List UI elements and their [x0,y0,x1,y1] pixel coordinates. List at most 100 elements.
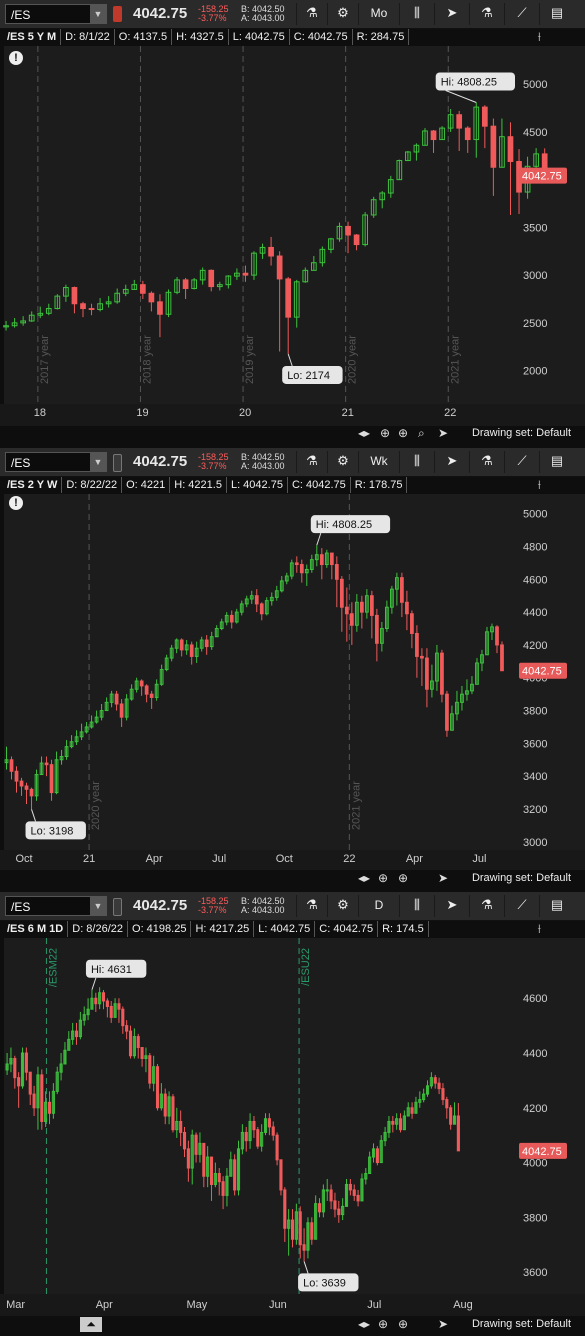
zoom-in-icon[interactable]: ⊕ [398,1317,408,1331]
candle-body [420,655,424,659]
cursor-icon[interactable]: ➤ [434,3,469,25]
drawing-tool-icon[interactable]: ⟋ [504,895,539,917]
expand-drawing-icon[interactable]: ⟊ [538,921,541,937]
candle-body [267,1118,271,1128]
pan-cursor-icon[interactable]: ➤ [438,426,448,440]
candle-body [415,632,419,657]
crosshair-icon[interactable]: ⊕ [378,871,388,885]
zoom-out-icon[interactable]: ◂▸ [358,1317,370,1331]
y-tick-label: 4600 [523,574,547,586]
drawing-tool-icon[interactable]: ⟋ [504,3,539,25]
plot-area [4,494,517,850]
zoom-out-icon[interactable]: ◂▸ [358,426,370,440]
studies-flask-icon[interactable]: ⚗ [296,451,327,473]
bar-open: O: 4221 [122,477,171,493]
expand-drawing-icon[interactable]: ⟊ [538,477,541,493]
symbol-input[interactable]: /ES ▼ [5,452,107,472]
drawing-tool-icon[interactable]: ⟋ [504,451,539,473]
candle-body [40,1074,44,1122]
chevron-down-icon[interactable]: ▼ [90,897,106,915]
price-chart-2y-weekly[interactable]: 2020 year 2021 year 3000 3200 3400 3600 3800 40… [0,494,585,870]
alert-icon[interactable]: ! [9,496,23,510]
gear-icon[interactable]: ⚙ [327,451,358,473]
chart-style-icon[interactable]: ⫼ [399,895,434,917]
link-flag-icon[interactable] [113,6,122,22]
last-price-tag-label: 4042.75 [522,171,562,183]
style-menu-icon[interactable]: ▤ [539,895,574,917]
zoom-out-icon[interactable]: ◂▸ [358,871,370,885]
price-chart-5y-monthly[interactable]: 2017 year 2018 year 2019 year 2020 year 2021… [0,46,585,426]
candle-body [256,1129,260,1147]
candle-body [440,652,444,695]
aggregation-selector[interactable]: Mo [358,3,399,25]
style-menu-icon[interactable]: ▤ [539,3,574,25]
bar-date: D: 8/26/22 [68,921,129,937]
bar-range: R: 178.75 [351,477,408,493]
period-label: 2021 year [350,781,362,830]
alert-icon[interactable]: ! [9,51,23,65]
change-percent: -3.77% [198,905,227,915]
candle-body [125,1025,129,1032]
candle-body [359,601,364,613]
symbol-input[interactable]: /ES ▼ [5,896,107,916]
link-icon[interactable] [113,898,122,916]
flask-icon[interactable]: ⚗ [469,3,504,25]
bar-open: O: 4198.25 [128,921,192,937]
flask-icon[interactable]: ⚗ [469,451,504,473]
period-label: 2020 year [90,781,102,830]
candle-body [299,564,304,574]
candle-body [294,562,299,566]
net-change: -158.25 -3.77% [198,897,229,917]
x-tick-label: Jun [269,1299,287,1311]
expand-drawing-icon[interactable]: ⟊ [538,29,541,45]
drawing-set-label[interactable]: Drawing set: Default [472,1318,571,1330]
gear-icon[interactable]: ⚙ [327,3,358,25]
symbol-input[interactable]: /ES ▼ [5,4,107,24]
studies-flask-icon[interactable]: ⚗ [296,3,327,25]
bar-high: H: 4221.5 [170,477,227,493]
drawing-set-label[interactable]: Drawing set: Default [472,427,571,439]
candle-body [344,606,349,615]
ohlc-header: /ES 2 Y W D: 8/22/22 O: 4221 H: 4221.5 L: 40… [3,477,519,493]
chart-title: /ES 5 Y M [3,29,62,45]
zoom-in-icon[interactable]: ⊕ [398,426,408,440]
aggregation-selector[interactable]: D [358,895,399,917]
candle-body [490,125,497,168]
candle-body [456,114,463,129]
pan-cursor-icon[interactable]: ➤ [438,871,448,885]
zoom-in-icon[interactable]: ⊕ [398,871,408,885]
link-icon[interactable] [113,454,122,472]
pan-cursor-icon[interactable]: ➤ [438,1317,448,1331]
crosshair-icon[interactable]: ⊕ [380,426,390,440]
crosshair-icon[interactable]: ⊕ [378,1317,388,1331]
last-price: 4042.75 [133,5,188,22]
candle-body [500,644,504,672]
chevron-down-icon[interactable]: ▼ [90,453,106,471]
last-price-tag-label: 4042.75 [522,1146,562,1158]
style-menu-icon[interactable]: ▤ [539,451,574,473]
candle-body [94,997,98,1005]
chart-style-icon[interactable]: ⫼ [399,451,434,473]
y-tick-label: 3500 [523,222,547,234]
collapse-panel-icon[interactable]: ⏶ [80,1317,102,1332]
cursor-icon[interactable]: ➤ [434,895,469,917]
price-chart-6m-daily[interactable]: /ESM22/ESU22 3600 3800 4000 4200 4400 4600 Mar A… [0,938,585,1316]
cursor-icon[interactable]: ➤ [434,451,469,473]
chevron-down-icon[interactable]: ▼ [90,5,106,23]
last-price-tag-label: 4042.75 [522,666,562,678]
chart-style-icon[interactable]: ⫼ [399,3,434,25]
x-tick-label: Jul [212,853,226,865]
x-tick-label: Oct [15,853,32,865]
studies-flask-icon[interactable]: ⚗ [296,895,327,917]
zoom-reset-icon[interactable]: ⌕ [418,426,425,441]
candle-body [329,552,334,566]
aggregation-selector[interactable]: Wk [358,451,399,473]
candle-body [353,234,360,246]
bar-close: C: 4042.75 [288,477,351,493]
drawing-set-label[interactable]: Drawing set: Default [472,872,571,884]
candle-body [163,1093,167,1117]
y-tick-label: 4600 [523,993,547,1005]
flask-icon[interactable]: ⚗ [469,895,504,917]
candle-body [204,639,209,648]
gear-icon[interactable]: ⚙ [327,895,358,917]
